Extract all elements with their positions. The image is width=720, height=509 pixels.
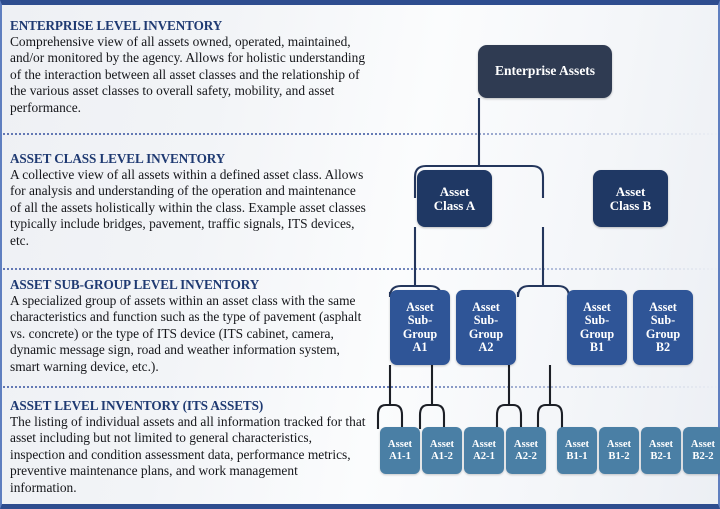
node-asset-sub-group-b1[interactable]: Asset Sub- Group B1 — [567, 290, 627, 365]
node-asset-class-a[interactable]: Asset Class A — [417, 170, 492, 227]
node-asset-sub-group-a1[interactable]: Asset Sub- Group A1 — [390, 290, 450, 365]
node-asset-b1-2[interactable]: Asset B1-2 — [599, 427, 639, 474]
node-label: Asset A2-2 — [513, 439, 539, 462]
section-body: A collective view of all assets within a… — [10, 167, 366, 248]
section-title: ENTERPRISE LEVEL INVENTORY — [10, 18, 223, 33]
link-subB2-to-assets — [536, 403, 564, 429]
node-label: Asset Sub- Group B1 — [579, 300, 615, 354]
link-classB-to-subgroups — [516, 284, 571, 298]
section-asset-class-level: ASSET CLASS LEVEL INVENTORY A collective… — [2, 147, 374, 251]
asset-hierarchy-diagram: Enterprise Assets Asset Class A Asset Clas… — [374, 5, 720, 504]
link-subA1-to-assets — [376, 403, 404, 429]
node-label: Asset Sub- Group A2 — [468, 300, 504, 354]
node-label: Asset B1-1 — [564, 439, 590, 462]
node-label: Asset Class A — [433, 183, 476, 213]
node-asset-a1-2[interactable]: Asset A1-2 — [422, 427, 462, 474]
description-column: ENTERPRISE LEVEL INVENTORY Comprehensive… — [2, 5, 374, 504]
node-enterprise-assets[interactable]: Enterprise Assets — [478, 45, 612, 98]
node-label: Asset B1-2 — [606, 439, 632, 462]
section-title: ASSET LEVEL INVENTORY (ITS ASSETS) — [10, 398, 264, 413]
node-label: Asset A2-1 — [471, 439, 497, 462]
section-asset-sub-group-level: ASSET SUB-GROUP LEVEL INVENTORY A specia… — [2, 273, 374, 377]
link-subB1-to-assets — [495, 403, 523, 429]
section-title: ASSET CLASS LEVEL INVENTORY — [10, 151, 226, 166]
section-enterprise-level: ENTERPRISE LEVEL INVENTORY Comprehensive… — [2, 14, 374, 118]
node-asset-b1-1[interactable]: Asset B1-1 — [557, 427, 597, 474]
node-label: Asset A1-2 — [429, 439, 455, 462]
node-asset-b2-2[interactable]: Asset B2-2 — [683, 427, 720, 474]
section-asset-level: ASSET LEVEL INVENTORY (ITS ASSETS) The l… — [2, 394, 374, 498]
inventory-levels-infographic: ENTERPRISE LEVEL INVENTORY Comprehensive… — [0, 0, 720, 509]
node-asset-sub-group-b2[interactable]: Asset Sub- Group B2 — [633, 290, 693, 365]
node-label: Asset Sub- Group B2 — [645, 300, 681, 354]
section-title: ASSET SUB-GROUP LEVEL INVENTORY — [10, 277, 260, 292]
node-asset-a2-2[interactable]: Asset A2-2 — [506, 427, 546, 474]
node-label: Asset Sub- Group A1 — [402, 300, 438, 354]
section-body: The listing of individual assets and all… — [10, 414, 366, 495]
node-asset-class-b[interactable]: Asset Class B — [593, 170, 668, 227]
section-body: Comprehensive view of all assets owned, … — [10, 34, 366, 115]
node-asset-b2-1[interactable]: Asset B2-1 — [641, 427, 681, 474]
section-body: A specialized group of assets within an … — [10, 293, 362, 374]
node-asset-a2-1[interactable]: Asset A2-1 — [464, 427, 504, 474]
node-label: Asset A1-1 — [387, 439, 413, 462]
node-label: Asset Class B — [609, 183, 652, 213]
node-asset-a1-1[interactable]: Asset A1-1 — [380, 427, 420, 474]
node-asset-sub-group-a2[interactable]: Asset Sub- Group A2 — [456, 290, 516, 365]
node-label: Asset B2-1 — [648, 439, 674, 462]
link-subA2-to-assets — [418, 403, 446, 429]
node-label: Enterprise Assets — [494, 63, 596, 79]
node-label: Asset B2-2 — [690, 439, 716, 462]
